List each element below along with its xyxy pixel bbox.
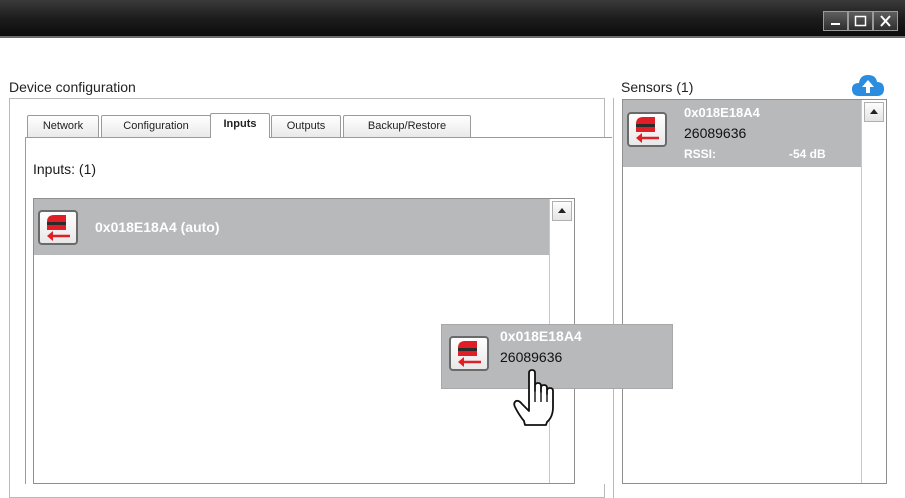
sensors-list[interactable]: 0x018E18A4 26089636 RSSI: -54 dB	[622, 99, 887, 484]
scroll-up-button[interactable]	[864, 102, 884, 122]
sensor-input-icon	[449, 336, 489, 371]
tab-configuration[interactable]: Configuration	[101, 115, 211, 137]
sensor-input-icon	[38, 210, 78, 245]
drag-sensor-serial: 26089636	[500, 349, 563, 365]
input-item-label: 0x018E18A4 (auto)	[95, 219, 220, 235]
rssi-value: -54 dB	[789, 147, 826, 161]
tab-backup-restore[interactable]: Backup/Restore	[343, 115, 471, 137]
title-bar	[0, 0, 905, 38]
tab-inputs[interactable]: Inputs	[210, 113, 270, 138]
list-item[interactable]: 0x018E18A4 (auto)	[34, 199, 550, 255]
sensor-id: 0x018E18A4	[684, 105, 760, 120]
sensor-serial: 26089636	[684, 125, 747, 141]
arrow-up-icon	[558, 208, 566, 213]
sensors-title: Sensors (1)	[621, 79, 694, 95]
rssi-label: RSSI:	[684, 147, 717, 161]
scroll-up-button[interactable]	[552, 201, 572, 221]
drag-ghost-sensor[interactable]: 0x018E18A4 26089636	[441, 324, 673, 389]
cloud-upload-icon[interactable]	[851, 73, 885, 99]
close-icon	[880, 15, 891, 27]
close-button[interactable]	[873, 11, 898, 31]
minimize-icon	[831, 23, 840, 25]
minimize-button[interactable]	[823, 11, 848, 31]
tab-outputs[interactable]: Outputs	[271, 115, 341, 137]
device-configuration-title: Device configuration	[9, 79, 136, 95]
maximize-icon	[854, 15, 867, 27]
list-item[interactable]: 0x018E18A4 26089636 RSSI: -54 dB	[623, 100, 863, 167]
tab-network[interactable]: Network	[27, 115, 99, 137]
maximize-button[interactable]	[848, 11, 873, 31]
hand-pointer-icon	[513, 369, 554, 426]
drag-sensor-id: 0x018E18A4	[500, 328, 582, 344]
inputs-heading: Inputs: (1)	[33, 161, 97, 177]
sensor-input-icon	[627, 112, 667, 147]
sensors-scrollbar[interactable]	[861, 100, 886, 483]
arrow-up-icon	[870, 109, 878, 114]
